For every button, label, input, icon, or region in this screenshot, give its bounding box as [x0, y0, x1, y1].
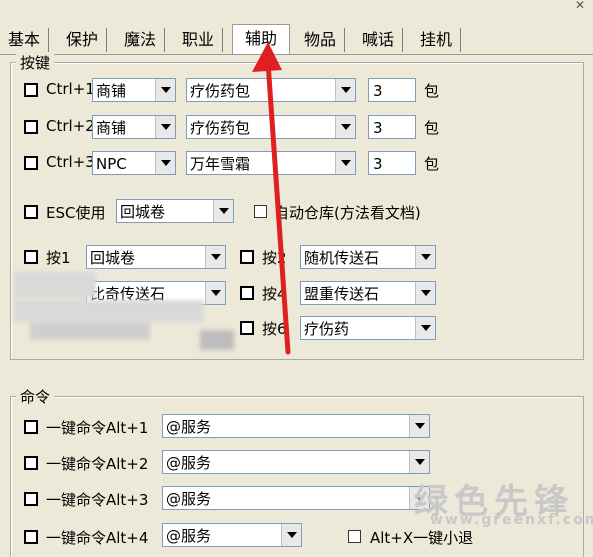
arrow-shaft — [265, 59, 291, 355]
arrow-head — [252, 42, 282, 72]
annotation-arrow — [252, 42, 291, 355]
watermark-url: www.greenxf.com — [430, 512, 593, 528]
